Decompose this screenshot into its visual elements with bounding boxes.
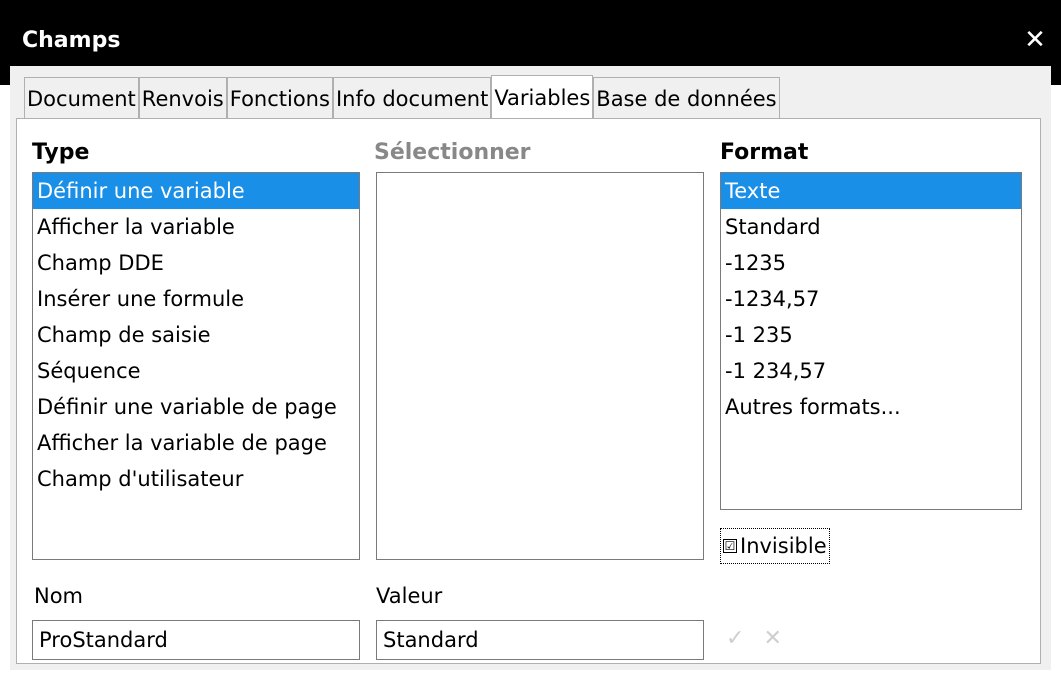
- tab-bar: Document Renvois Fonctions Info document…: [24, 75, 780, 119]
- list-item[interactable]: Afficher la variable de page: [33, 425, 359, 461]
- invisible-checkbox[interactable]: ☑ Invisible: [720, 528, 830, 564]
- list-item[interactable]: Séquence: [33, 353, 359, 389]
- list-item[interactable]: -1 235: [721, 317, 1021, 353]
- list-item[interactable]: Champ d'utilisateur: [33, 461, 359, 497]
- tab-base-de-donnees[interactable]: Base de données: [593, 77, 780, 119]
- checkbox-check-icon[interactable]: ☑: [723, 539, 737, 553]
- window-title: Champs: [22, 28, 121, 53]
- select-heading: Sélectionner: [374, 140, 531, 165]
- list-item[interactable]: Autres formats...: [721, 389, 1021, 425]
- type-heading: Type: [32, 140, 90, 165]
- list-item[interactable]: Texte: [721, 173, 1021, 209]
- apply-icon[interactable]: ✓: [726, 626, 744, 651]
- tab-renvois[interactable]: Renvois: [138, 77, 227, 119]
- close-icon[interactable]: ✕: [1023, 27, 1047, 53]
- list-item[interactable]: Champ DDE: [33, 245, 359, 281]
- tab-info-document[interactable]: Info document: [332, 77, 492, 119]
- value-label: Valeur: [376, 584, 443, 608]
- format-heading: Format: [720, 140, 809, 165]
- invisible-label: Invisible: [740, 534, 827, 558]
- list-item[interactable]: Définir une variable de page: [33, 389, 359, 425]
- format-listbox[interactable]: Texte Standard -1235 -1234,57 -1 235 -1 …: [720, 172, 1022, 510]
- type-listbox[interactable]: Définir une variable Afficher la variabl…: [32, 172, 360, 560]
- list-item[interactable]: Insérer une formule: [33, 281, 359, 317]
- list-item[interactable]: Standard: [721, 209, 1021, 245]
- list-item[interactable]: Définir une variable: [33, 173, 359, 209]
- list-item[interactable]: Afficher la variable: [33, 209, 359, 245]
- list-item[interactable]: -1235: [721, 245, 1021, 281]
- select-listbox[interactable]: [376, 172, 704, 560]
- tab-document[interactable]: Document: [24, 77, 139, 119]
- name-label: Nom: [34, 584, 84, 608]
- field-actions: ✓ ✕: [726, 626, 794, 651]
- list-item[interactable]: -1234,57: [721, 281, 1021, 317]
- list-item[interactable]: Champ de saisie: [33, 317, 359, 353]
- value-field[interactable]: Standard: [376, 620, 704, 660]
- name-field[interactable]: ProStandard: [32, 620, 360, 660]
- tab-fonctions[interactable]: Fonctions: [226, 77, 333, 119]
- list-item[interactable]: -1 234,57: [721, 353, 1021, 389]
- tab-variables[interactable]: Variables: [491, 75, 594, 119]
- cancel-icon[interactable]: ✕: [763, 626, 781, 651]
